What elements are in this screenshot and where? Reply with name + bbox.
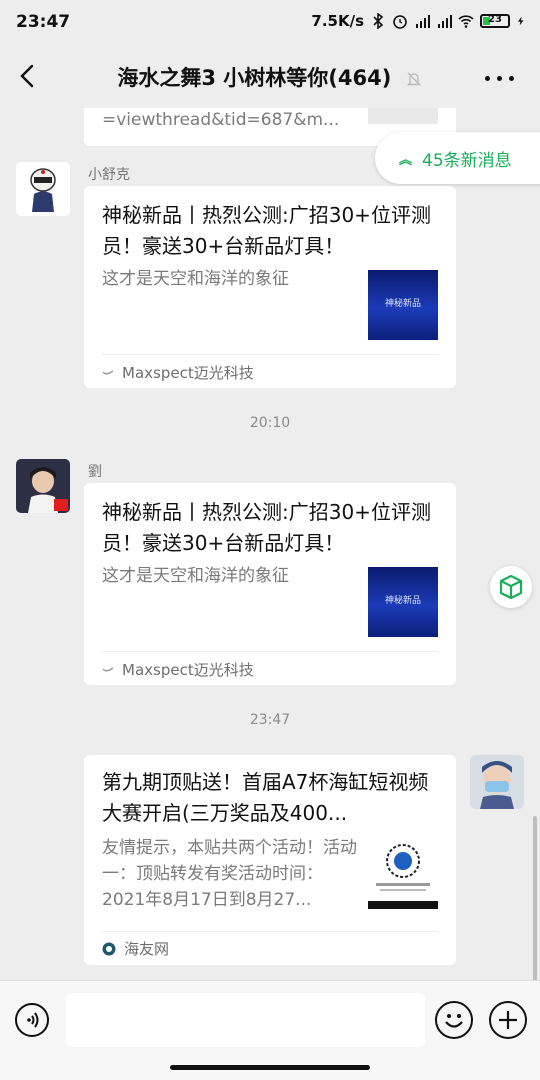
card-title: 神秘新品丨热烈公测:广招30+位评测员！豪送30+台新品灯具！ bbox=[102, 500, 431, 555]
card-description: 这才是天空和海洋的象征 bbox=[102, 269, 289, 289]
timestamp: 20:10 bbox=[249, 415, 291, 431]
cube-icon bbox=[499, 574, 523, 600]
bluetooth-icon bbox=[373, 13, 384, 29]
partial-message-text: =viewthread&tid=687&m... bbox=[102, 110, 340, 130]
more-dots-icon bbox=[485, 76, 490, 81]
avatar[interactable] bbox=[16, 459, 70, 513]
chat-title-text: 海水之舞3 小树林等你(464) bbox=[117, 66, 392, 90]
link-message-card[interactable]: 神秘新品丨热烈公测:广招30+位评测员！豪送30+台新品灯具！ 这才是天空和海洋… bbox=[84, 483, 456, 685]
double-chevron-up-icon: ︽ bbox=[399, 152, 413, 168]
link-message-card[interactable]: 神秘新品丨热烈公测:广招30+位评测员！豪送30+台新品灯具！ 这才是天空和海洋… bbox=[84, 186, 456, 388]
more-button[interactable] bbox=[485, 76, 514, 81]
maxspect-logo-icon bbox=[102, 666, 114, 671]
card-thumbnail: 神秘新品 bbox=[368, 270, 438, 340]
floating-window-button[interactable] bbox=[490, 566, 532, 608]
chat-title: 海水之舞3 小树林等你(464) bbox=[0, 62, 540, 92]
status-icons: 7.5K/s 23 bbox=[311, 12, 526, 30]
net-speed: 7.5K/s bbox=[311, 12, 364, 30]
maxspect-logo-icon bbox=[102, 369, 114, 374]
avatar-image bbox=[470, 755, 524, 809]
new-messages-button[interactable]: ︽ 45条新消息 bbox=[375, 132, 540, 184]
plus-icon bbox=[499, 1011, 517, 1029]
home-indicator bbox=[170, 1065, 370, 1070]
emoji-button[interactable] bbox=[435, 1001, 473, 1039]
sender-name: 劉 bbox=[88, 464, 102, 480]
thumbnail-caption: 神秘新品 bbox=[384, 299, 421, 309]
card-source: Maxspect迈光科技 bbox=[102, 659, 254, 680]
plus-button[interactable] bbox=[489, 1001, 527, 1039]
alarm-icon bbox=[393, 15, 407, 29]
status-time: 23:47 bbox=[16, 12, 71, 32]
bell-off-icon bbox=[406, 72, 421, 86]
card-thumbnail: 神秘新品 bbox=[368, 567, 438, 637]
scrollbar[interactable] bbox=[533, 816, 537, 982]
qr-poster-image bbox=[368, 839, 438, 909]
source-name: 海友网 bbox=[124, 940, 170, 958]
card-divider bbox=[102, 651, 438, 652]
avatar[interactable] bbox=[470, 755, 524, 809]
timestamp: 23:47 bbox=[249, 712, 291, 728]
card-source: 海友网 bbox=[102, 938, 169, 959]
signal-hd-icon bbox=[416, 15, 430, 28]
haiyou-logo-icon bbox=[102, 942, 116, 955]
chat-header: 海水之舞3 小树林等你(464) bbox=[0, 46, 540, 108]
avatar-image bbox=[16, 459, 70, 513]
card-description: 这才是天空和海洋的象征 bbox=[102, 566, 289, 586]
partial-thumb bbox=[368, 108, 438, 124]
emoji-icon bbox=[445, 1014, 463, 1028]
thumbnail-caption: 神秘新品 bbox=[384, 596, 421, 606]
card-title: 神秘新品丨热烈公测:广招30+位评测员！豪送30+台新品灯具！ bbox=[102, 203, 431, 258]
status-bar: 23:47 7.5K/s 23 bbox=[0, 0, 540, 46]
wifi-icon bbox=[458, 15, 474, 28]
message-input[interactable] bbox=[66, 993, 425, 1047]
new-messages-label: 45条新消息 bbox=[422, 150, 512, 171]
voice-button[interactable] bbox=[15, 1003, 49, 1037]
avatar[interactable] bbox=[16, 162, 70, 216]
card-source: Maxspect迈光科技 bbox=[102, 362, 254, 383]
voice-icon bbox=[27, 1012, 39, 1028]
card-title: 第九期顶贴送！首届A7杯海缸短视频大赛开启(三万奖品及400... bbox=[102, 770, 429, 825]
card-divider bbox=[102, 354, 438, 355]
charging-icon bbox=[517, 16, 524, 26]
battery-icon: 23 bbox=[480, 14, 510, 28]
battery-level: 23 bbox=[488, 14, 502, 25]
avatar-image bbox=[16, 162, 70, 216]
card-description: 友情提示，本贴共两个活动！活动一：顶贴转发有奖活动时间：2021年8月17日到8… bbox=[102, 838, 357, 910]
source-name: Maxspect迈光科技 bbox=[122, 661, 254, 679]
link-message-card[interactable]: 第九期顶贴送！首届A7杯海缸短视频大赛开启(三万奖品及400... 友情提示，本… bbox=[84, 755, 456, 965]
sender-name: 小舒克 bbox=[88, 167, 130, 183]
card-thumbnail bbox=[368, 839, 438, 909]
source-name: Maxspect迈光科技 bbox=[122, 364, 254, 382]
card-divider bbox=[102, 931, 438, 932]
signal-hd-icon bbox=[438, 15, 452, 28]
